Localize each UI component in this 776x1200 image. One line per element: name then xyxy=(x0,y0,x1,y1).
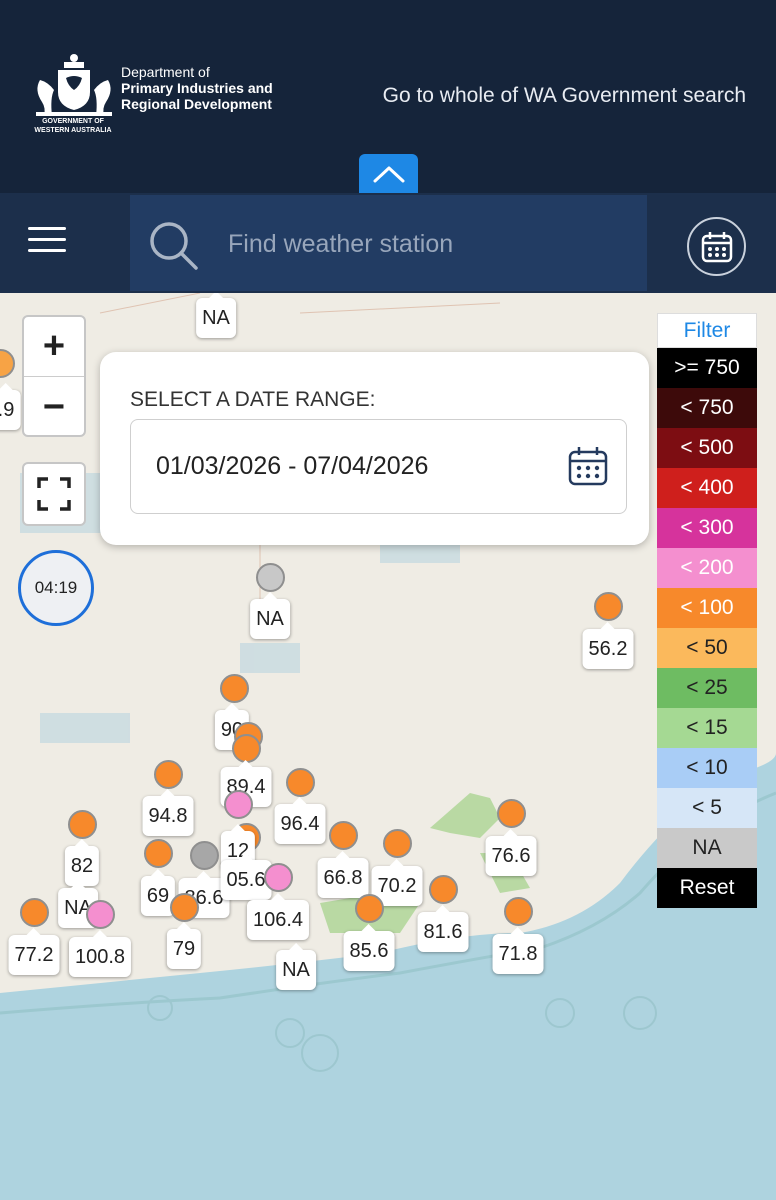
station-value-label[interactable]: 94.8 xyxy=(142,789,194,836)
legend-filter-item[interactable]: < 100 xyxy=(657,588,757,628)
station-marker[interactable] xyxy=(286,768,315,797)
calendar-icon xyxy=(701,231,732,262)
station-marker[interactable] xyxy=(383,829,412,858)
calendar-button[interactable] xyxy=(687,217,746,276)
station-marker[interactable] xyxy=(594,592,623,621)
legend-filter-item[interactable]: < 200 xyxy=(657,548,757,588)
dept-name-line3: Regional Development xyxy=(121,96,272,112)
wa-government-search-link[interactable]: Go to whole of WA Government search xyxy=(383,84,746,108)
legend-filter-item[interactable]: < 50 xyxy=(657,628,757,668)
search-icon xyxy=(150,222,198,270)
station-marker[interactable] xyxy=(224,790,253,819)
station-search-box[interactable] xyxy=(130,195,647,291)
menu-icon xyxy=(28,227,66,230)
station-marker[interactable] xyxy=(329,821,358,850)
legend-filter-item[interactable]: < 750 xyxy=(657,388,757,428)
station-marker[interactable] xyxy=(68,810,97,839)
station-marker[interactable] xyxy=(232,734,261,763)
station-value-label[interactable]: NA xyxy=(250,592,290,639)
legend-filter-item[interactable]: < 400 xyxy=(657,468,757,508)
station-value-label[interactable]: .9 xyxy=(0,383,21,430)
station-value-label[interactable]: 66.8 xyxy=(317,851,369,898)
station-marker[interactable] xyxy=(86,900,115,929)
fullscreen-button[interactable] xyxy=(22,462,86,526)
gov-text-line2: WESTERN AUSTRALIA xyxy=(34,127,112,134)
station-value-label[interactable]: 85.6 xyxy=(343,924,395,971)
dept-name-line2: Primary Industries and xyxy=(121,80,273,96)
station-value-label[interactable]: 56.2 xyxy=(582,622,634,669)
station-value-label[interactable]: 82 xyxy=(64,839,100,886)
station-value-label[interactable]: 76.6 xyxy=(485,829,537,876)
gov-text-line1: GOVERNMENT OF xyxy=(42,118,104,125)
station-value-label[interactable]: 81.6 xyxy=(417,905,469,952)
station-marker[interactable] xyxy=(190,841,219,870)
legend-filter-item[interactable]: < 15 xyxy=(657,708,757,748)
legend-filter-item[interactable]: < 10 xyxy=(657,748,757,788)
station-marker[interactable] xyxy=(144,839,173,868)
legend-filter-item[interactable]: >= 750 xyxy=(657,348,757,388)
zoom-control: + − xyxy=(22,315,86,437)
station-marker[interactable] xyxy=(220,674,249,703)
zoom-out-button[interactable]: − xyxy=(24,377,84,437)
station-marker[interactable] xyxy=(154,760,183,789)
legend-filter-header: Filter xyxy=(657,313,757,348)
zoom-in-button[interactable]: + xyxy=(24,317,84,377)
station-marker[interactable] xyxy=(504,897,533,926)
station-value-label[interactable]: 106.4 xyxy=(246,893,310,940)
station-marker[interactable] xyxy=(20,898,49,927)
date-range-label: SELECT A DATE RANGE: xyxy=(130,388,376,411)
station-marker[interactable] xyxy=(429,875,458,904)
station-value-label[interactable]: NA xyxy=(276,943,316,990)
legend-filter-item[interactable]: < 5 xyxy=(657,788,757,828)
station-marker[interactable] xyxy=(256,563,285,592)
site-header: Department of Primary Industries and Reg… xyxy=(0,0,776,193)
legend-filter-item[interactable]: < 25 xyxy=(657,668,757,708)
legend-filter-item[interactable]: NA xyxy=(657,828,757,868)
dept-name-line1: Department of xyxy=(121,64,210,80)
station-marker[interactable] xyxy=(497,799,526,828)
legend-reset-button[interactable]: Reset xyxy=(657,868,757,908)
fullscreen-icon xyxy=(37,477,71,511)
station-value-label[interactable]: 77.2 xyxy=(8,928,60,975)
legend-filter-item[interactable]: < 500 xyxy=(657,428,757,468)
legend-filter-item[interactable]: < 300 xyxy=(657,508,757,548)
date-range-value: 01/03/2026 - 07/04/2026 xyxy=(156,452,429,480)
station-marker[interactable] xyxy=(170,893,199,922)
date-range-field[interactable]: 01/03/2026 - 07/04/2026 xyxy=(130,419,627,514)
station-value-label[interactable]: 100.8 xyxy=(68,930,132,977)
rainfall-legend: Filter >= 750 < 750 < 500 < 400 < 300 < 200 < … xyxy=(657,313,757,908)
collapse-header-button[interactable] xyxy=(359,154,418,193)
toolbar xyxy=(0,193,776,293)
station-marker[interactable] xyxy=(355,894,384,923)
station-value-label[interactable]: 71.8 xyxy=(492,927,544,974)
station-value-label[interactable]: 96.4 xyxy=(274,797,326,844)
station-search-input[interactable] xyxy=(228,223,628,265)
refresh-timer[interactable]: 04:19 xyxy=(18,550,94,626)
station-marker[interactable] xyxy=(264,863,293,892)
station-value-label[interactable]: NA xyxy=(196,293,236,338)
chevron-up-icon xyxy=(373,166,404,182)
calendar-icon[interactable] xyxy=(567,445,609,487)
station-value-label[interactable]: 79 xyxy=(166,922,202,969)
date-range-panel: SELECT A DATE RANGE: 01/03/2026 - 07/04/… xyxy=(100,352,649,545)
menu-button[interactable] xyxy=(28,227,66,257)
